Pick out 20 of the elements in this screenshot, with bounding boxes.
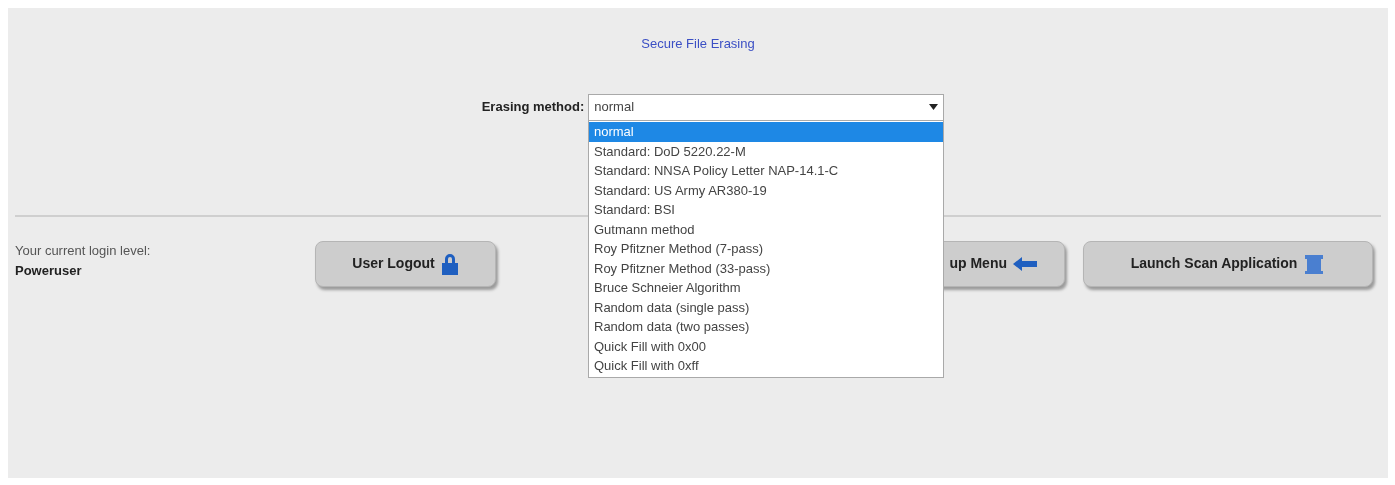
dropdown-arrow-icon bbox=[929, 104, 939, 110]
dropdown-option[interactable]: normal bbox=[589, 122, 943, 142]
padlock-icon bbox=[440, 252, 459, 275]
login-level-label: Your current login level: bbox=[15, 241, 152, 260]
dropdown-option[interactable]: Standard: US Army AR380-19 bbox=[589, 180, 943, 200]
dropdown-option[interactable]: Quick Fill with 0xff bbox=[589, 356, 943, 376]
dropdown-option[interactable]: Standard: BSI bbox=[589, 200, 943, 220]
login-level-value: Poweruser bbox=[15, 261, 83, 280]
dropdown-option[interactable]: Standard: NNSA Policy Letter NAP-14.1-C bbox=[589, 161, 943, 181]
left-arrow-icon bbox=[1013, 256, 1037, 271]
method-dropdown[interactable]: normal bbox=[588, 93, 945, 121]
dropdown-option[interactable]: Standard: DoD 5220.22-M bbox=[589, 141, 943, 161]
launch-button[interactable]: Launch Scan Application bbox=[1083, 240, 1373, 287]
dropdown-option[interactable]: Random data (single pass) bbox=[589, 297, 943, 317]
dropdown-option[interactable]: Gutmann method bbox=[589, 219, 943, 239]
dropdown-option[interactable]: Quick Fill with 0x00 bbox=[589, 336, 943, 356]
dropdown-option[interactable]: Random data (two passes) bbox=[589, 317, 943, 337]
field-label: Erasing method: bbox=[481, 98, 585, 117]
page-title: Secure File Erasing bbox=[641, 35, 755, 53]
logout-button[interactable]: User Logout bbox=[315, 240, 496, 287]
